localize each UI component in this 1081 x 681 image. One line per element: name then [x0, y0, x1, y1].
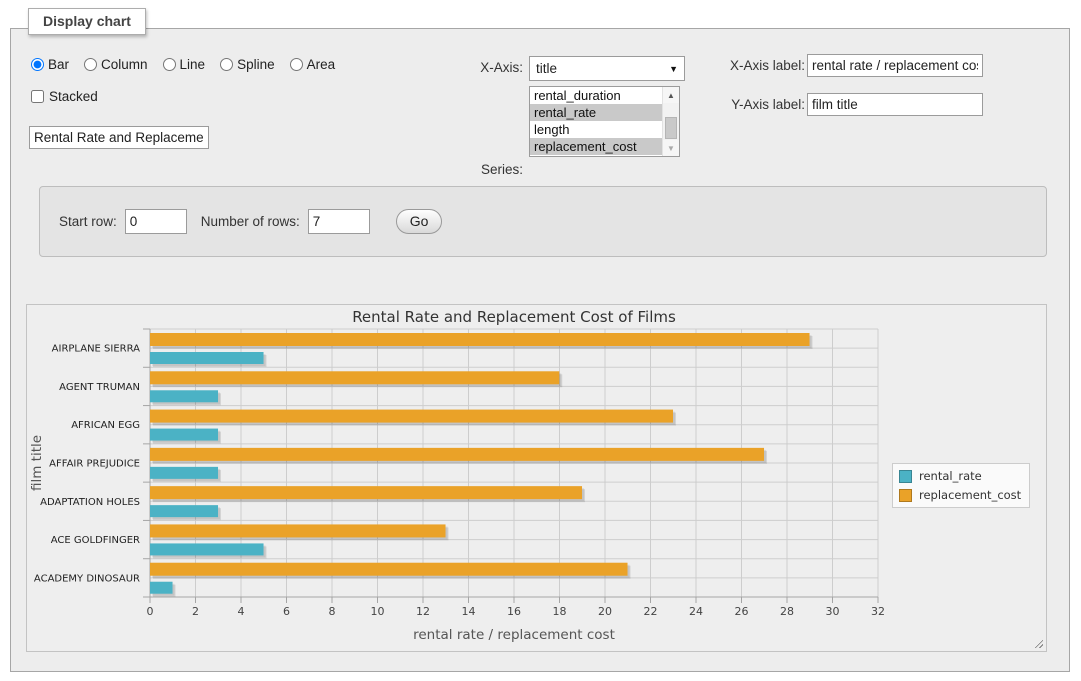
series-option[interactable]: rental_duration [530, 87, 662, 104]
svg-text:32: 32 [871, 605, 885, 618]
svg-text:10: 10 [371, 605, 385, 618]
legend-label: rental_rate [919, 469, 982, 483]
svg-text:AFFAIR PREJUDICE: AFFAIR PREJUDICE [49, 459, 140, 470]
svg-text:20: 20 [598, 605, 612, 618]
svg-text:2: 2 [192, 605, 199, 618]
stacked-checkbox[interactable] [31, 90, 44, 103]
legend-swatch [899, 489, 912, 502]
chart-container: 02468101214161820222426283032AIRPLANE SI… [26, 304, 1047, 652]
x-axis-select-wrap: title ▼ [529, 56, 685, 81]
area-radio[interactable] [290, 58, 303, 71]
display-chart-panel: Display chart Bar Column Line Spline Are… [10, 28, 1070, 672]
svg-text:AFRICAN EGG: AFRICAN EGG [71, 420, 140, 431]
chart-title-input[interactable] [29, 126, 209, 149]
scroll-thumb[interactable] [665, 117, 677, 139]
chart-type-option-bar[interactable]: Bar [31, 57, 69, 72]
go-button[interactable]: Go [396, 209, 443, 234]
start-row-label: Start row: [59, 214, 117, 229]
y-axis-label-field-label: Y-Axis label: [711, 97, 805, 112]
svg-text:0: 0 [147, 605, 154, 618]
legend-label: replacement_cost [919, 488, 1021, 502]
svg-text:6: 6 [283, 605, 290, 618]
svg-text:30: 30 [826, 605, 840, 618]
x-axis-label-input[interactable] [807, 54, 983, 77]
legend-swatch [899, 470, 912, 483]
column-radio[interactable] [84, 58, 97, 71]
scroll-up-icon[interactable]: ▲ [663, 87, 679, 103]
svg-text:AGENT TRUMAN: AGENT TRUMAN [59, 382, 140, 393]
svg-text:22: 22 [644, 605, 658, 618]
series-option[interactable]: length [530, 121, 662, 138]
x-axis-label-field-label: X-Axis label: [711, 58, 805, 73]
num-rows-label: Number of rows: [201, 214, 300, 229]
num-rows-input[interactable] [308, 209, 370, 234]
x-axis-field-label: X-Axis: [431, 60, 523, 75]
svg-text:Rental Rate and Replacement Co: Rental Rate and Replacement Cost of Film… [352, 308, 676, 326]
chart-type-option-column[interactable]: Column [84, 57, 148, 72]
series-scrollbar[interactable]: ▲ ▼ [662, 87, 679, 156]
legend-item: rental_rate [899, 469, 1021, 483]
svg-text:26: 26 [735, 605, 749, 618]
line-radio-label: Line [180, 57, 206, 72]
series-option[interactable]: rental_rate [530, 104, 662, 121]
page-title: Display chart [28, 8, 146, 35]
chart-legend: rental_rate replacement_cost [892, 463, 1030, 508]
svg-text:18: 18 [553, 605, 567, 618]
stacked-option[interactable]: Stacked [31, 89, 98, 104]
chart-type-option-line[interactable]: Line [163, 57, 206, 72]
line-radio[interactable] [163, 58, 176, 71]
chart-type-option-spline[interactable]: Spline [220, 57, 275, 72]
svg-text:16: 16 [507, 605, 521, 618]
spline-radio-label: Spline [237, 57, 275, 72]
series-option[interactable]: replacement_cost [530, 138, 662, 155]
chart-type-option-area[interactable]: Area [290, 57, 336, 72]
svg-text:12: 12 [416, 605, 430, 618]
column-radio-label: Column [101, 57, 148, 72]
svg-text:24: 24 [689, 605, 703, 618]
svg-text:AIRPLANE SIERRA: AIRPLANE SIERRA [52, 344, 140, 355]
area-radio-label: Area [307, 57, 336, 72]
svg-text:28: 28 [780, 605, 794, 618]
svg-text:rental rate / replacement cost: rental rate / replacement cost [413, 627, 615, 643]
series-field-label: Series: [431, 162, 523, 177]
svg-text:4: 4 [238, 605, 245, 618]
bar-radio[interactable] [31, 58, 44, 71]
chart-type-radio-group: Bar Column Line Spline Area [31, 57, 335, 72]
series-options: rental_durationrental_ratelengthreplacem… [530, 87, 662, 156]
legend-item: replacement_cost [899, 488, 1021, 502]
svg-text:14: 14 [462, 605, 476, 618]
scroll-down-icon[interactable]: ▼ [663, 140, 679, 156]
svg-text:ACADEMY DINOSAUR: ACADEMY DINOSAUR [34, 573, 140, 584]
x-axis-select[interactable]: title [529, 56, 685, 81]
start-row-input[interactable] [125, 209, 187, 234]
y-axis-label-input[interactable] [807, 93, 983, 116]
stacked-label: Stacked [49, 89, 98, 104]
rows-panel: Start row: Number of rows: Go [39, 186, 1047, 257]
spline-radio[interactable] [220, 58, 233, 71]
svg-text:ADAPTATION HOLES: ADAPTATION HOLES [40, 497, 140, 508]
bar-radio-label: Bar [48, 57, 69, 72]
svg-text:8: 8 [329, 605, 336, 618]
svg-text:ACE GOLDFINGER: ACE GOLDFINGER [51, 535, 140, 546]
svg-text:film title: film title [29, 435, 45, 491]
series-listbox[interactable]: rental_durationrental_ratelengthreplacem… [529, 86, 680, 157]
